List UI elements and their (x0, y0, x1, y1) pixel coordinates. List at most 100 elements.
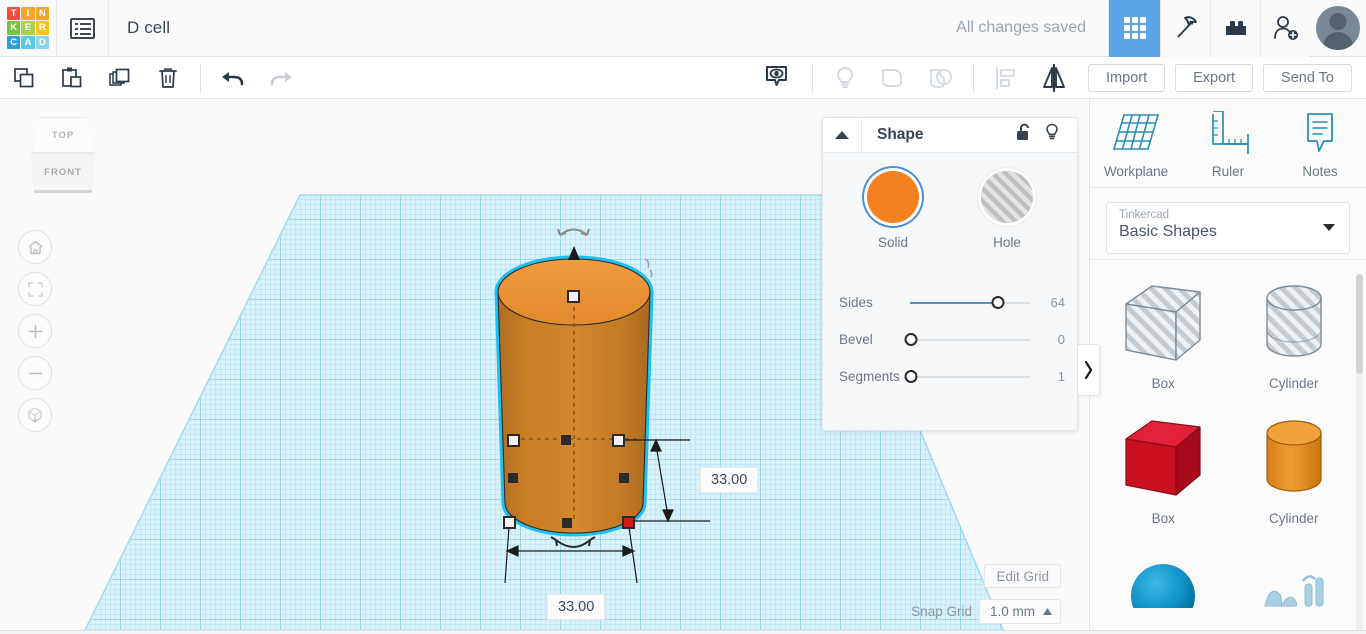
designs-list-button[interactable] (57, 0, 109, 57)
group-button[interactable] (869, 57, 917, 99)
workplane-tool-label: Workplane (1103, 164, 1169, 179)
light-button[interactable] (821, 57, 869, 99)
home-view-button[interactable] (18, 230, 52, 264)
hole-swatch[interactable]: Hole (981, 171, 1033, 250)
shape-item-label: Box (1151, 376, 1175, 391)
blocks-mode-button[interactable] (1210, 0, 1260, 57)
ruler-tool[interactable]: Ruler (1182, 111, 1274, 179)
shape-item-hole-cylinder[interactable]: Cylinder (1229, 278, 1360, 391)
shape-item-hole-box[interactable]: Box (1098, 278, 1229, 391)
hole-swatch-label: Hole (993, 235, 1021, 250)
duplicate-button[interactable] (96, 57, 144, 99)
base-scale-handle-left[interactable] (503, 516, 516, 529)
undo-button[interactable] (209, 57, 257, 99)
shape-item-blue-sphere[interactable] (1098, 548, 1229, 614)
align-button[interactable] (982, 57, 1030, 99)
notes-tool[interactable]: Notes (1274, 111, 1366, 179)
view-cube-top-label: TOP (51, 129, 75, 141)
shape-type-swatches: Solid Hole (823, 171, 1077, 250)
eye-bubble-icon (765, 66, 787, 86)
mode-switcher (1108, 0, 1366, 57)
workplane-tool[interactable]: Workplane (1090, 111, 1182, 179)
zoom-in-button[interactable] (18, 314, 52, 348)
tinkercad-logo[interactable]: TINKERCAD (0, 0, 57, 57)
show-all-button[interactable] (752, 57, 800, 99)
logo-tile-i: I (21, 7, 35, 21)
fit-to-view-button[interactable] (18, 272, 52, 306)
list-icon (70, 17, 95, 39)
sides-slider-label: Sides (839, 295, 873, 310)
shape-panel-collapse-button[interactable] (823, 118, 862, 152)
top-scale-handle[interactable] (567, 290, 580, 303)
bevel-slider[interactable] (904, 332, 1030, 348)
segments-slider-row: Segments 1 (839, 358, 1077, 395)
base-scale-handle-active[interactable] (622, 516, 635, 529)
notes-tool-label: Notes (1302, 164, 1338, 179)
ungroup-button[interactable] (917, 57, 965, 99)
zoom-out-button[interactable] (18, 356, 52, 390)
solid-swatch[interactable]: Solid (867, 171, 919, 250)
logo-tile-t: T (7, 7, 21, 21)
workplane-grid-icon (1112, 114, 1160, 150)
note-bubble-icon (1307, 113, 1333, 152)
delete-button[interactable] (144, 57, 192, 99)
mirror-button[interactable] (1030, 57, 1078, 99)
sides-slider[interactable] (909, 295, 1030, 311)
edge-handle-right[interactable] (619, 473, 629, 483)
segments-slider[interactable] (904, 369, 1030, 385)
shape-panel-header: Shape (823, 118, 1077, 153)
send-to-button[interactable]: Send To (1263, 63, 1352, 92)
paste-icon (62, 67, 82, 87)
unlocked-padlock-icon (1017, 123, 1029, 140)
shape-panel-body: Solid Hole Sides 64 Bevel 0 Segments 1 (823, 153, 1077, 395)
shape-item-red-box[interactable]: Box (1098, 413, 1229, 526)
top-bar: TINKERCAD D cell All changes saved (0, 0, 1366, 57)
invite-people-button[interactable] (1260, 0, 1310, 57)
snap-grid-value: 1.0 mm (989, 604, 1035, 619)
edit-grid-button[interactable]: Edit Grid (984, 564, 1061, 588)
shape-light-button[interactable] (1043, 123, 1061, 147)
shapes-grid-container[interactable]: Box Cylinder Box Cylinder (1090, 259, 1366, 634)
tinker-mode-button[interactable] (1108, 0, 1160, 57)
edge-handle-top-center[interactable] (561, 435, 571, 445)
corner-scale-handle-right[interactable] (612, 434, 625, 447)
corner-scale-handle-left[interactable] (507, 434, 520, 447)
shape-panel-header-actions (1015, 123, 1077, 147)
trash-icon (159, 67, 177, 88)
panel-expand-tab[interactable] (1078, 344, 1100, 396)
logo-tile-r: R (35, 21, 49, 35)
view-cube[interactable]: TOP FRONT (22, 117, 104, 195)
shape-item-scribble[interactable] (1229, 548, 1360, 614)
lock-button[interactable] (1015, 123, 1033, 147)
user-menu-button[interactable] (1310, 0, 1366, 57)
perspective-toggle-button[interactable] (18, 398, 52, 432)
depth-dimension-label[interactable]: 33.00 (700, 467, 759, 493)
segments-slider-value: 1 (1057, 369, 1065, 384)
shape-library-select[interactable]: Tinkercad Basic Shapes (1106, 202, 1350, 254)
snap-grid-select[interactable]: 1.0 mm (978, 599, 1061, 624)
export-button[interactable]: Export (1175, 63, 1254, 92)
toolbar-divider-2 (812, 63, 814, 92)
minecraft-mode-button[interactable] (1160, 0, 1210, 57)
view-cube-front-face[interactable]: FRONT (30, 153, 96, 191)
lightbulb-icon (1046, 123, 1058, 140)
base-handle-center[interactable] (562, 518, 572, 528)
width-dimension-label[interactable]: 33.00 (547, 594, 606, 620)
shapes-scrollbar-thumb[interactable] (1356, 274, 1363, 374)
logo-tile-a: A (21, 35, 35, 49)
view-cube-top-face[interactable]: TOP (32, 117, 94, 153)
redo-button[interactable] (257, 57, 305, 99)
page-title[interactable]: D cell (127, 18, 170, 38)
shape-item-orange-cylinder[interactable]: Cylinder (1229, 413, 1360, 526)
sides-slider-value: 64 (1050, 295, 1065, 310)
snap-grid-label: Snap Grid (911, 604, 972, 619)
copy-button[interactable] (0, 57, 48, 99)
ungroup-shapes-icon (930, 68, 952, 88)
paste-button[interactable] (48, 57, 96, 99)
import-button[interactable]: Import (1088, 63, 1166, 92)
hole-color-circle (981, 171, 1033, 223)
tinkercad-app: TINKERCAD D cell All changes saved Impor… (0, 0, 1366, 634)
edge-handle-left[interactable] (508, 473, 518, 483)
solid-swatch-label: Solid (877, 235, 909, 250)
toolbar-divider-3 (973, 63, 975, 92)
